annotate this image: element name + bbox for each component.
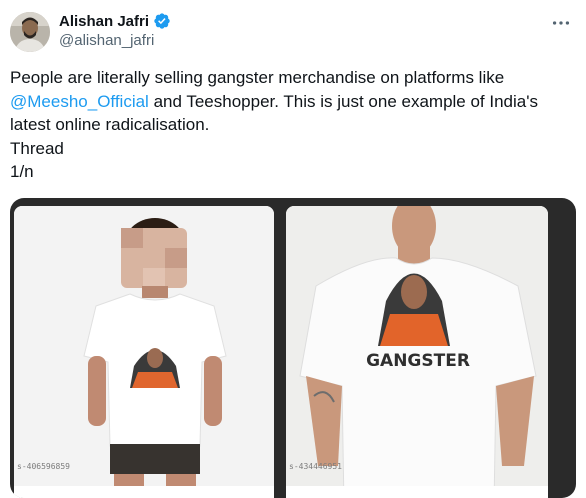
more-dots-icon[interactable] (550, 12, 572, 34)
avatar[interactable] (10, 12, 50, 52)
author-handle[interactable]: @alishan_jafri (59, 32, 154, 49)
tweet-media[interactable]: s-406596859 GANGSTER s-434446951 (10, 198, 576, 498)
verified-badge-icon (154, 13, 170, 29)
avatar-image (10, 12, 50, 52)
shirt-print-text: GANGSTER (366, 351, 470, 371)
author-name[interactable]: Alishan Jafri (59, 13, 149, 30)
kid-tshirt-photo (14, 206, 274, 498)
tweet-text: People are literally selling gangster me… (10, 66, 570, 184)
gangster-tshirt-photo: GANGSTER (286, 206, 548, 498)
product-image-kid-tshirt[interactable]: s-406596859 (14, 206, 274, 498)
product-image-gangster-tshirt[interactable]: GANGSTER s-434446951 (286, 206, 548, 498)
product-card-footer (286, 486, 548, 498)
product-card-footer (14, 486, 274, 498)
mention-link[interactable]: @Meesho_Official (10, 92, 149, 111)
tweet-text-part: People are literally selling gangster me… (10, 68, 509, 87)
product-code: s-434446951 (289, 462, 342, 471)
product-code: s-406596859 (17, 462, 70, 471)
